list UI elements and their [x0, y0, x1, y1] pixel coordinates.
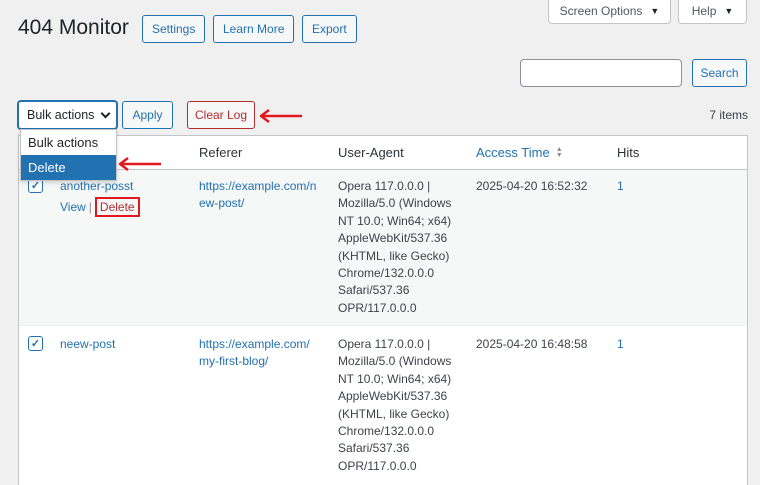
- row-actions: View | Delete: [60, 197, 140, 217]
- search-button[interactable]: Search: [692, 59, 747, 87]
- learn-more-button[interactable]: Learn More: [213, 15, 295, 43]
- action-separator: |: [88, 200, 92, 214]
- table-row: ✓ another-posst View | Delete https://ex…: [19, 170, 747, 325]
- referer-line: https://example.com/: [199, 337, 310, 351]
- ua-line: NT 10.0; Win64; x64): [338, 213, 452, 228]
- row-referer[interactable]: https://example.com/n ew-post/: [199, 178, 316, 213]
- ua-line: Chrome/132.0.0.0: [338, 266, 435, 281]
- ua-line: (KHTML, like Gecko): [338, 406, 450, 421]
- dropdown-option-delete[interactable]: Delete: [21, 155, 116, 180]
- ua-line: Opera 117.0.0.0 |: [338, 179, 431, 193]
- ua-line: AppleWebKit/537.36: [338, 389, 448, 404]
- ua-line: OPR/117.0.0.0: [338, 300, 417, 315]
- row-hits[interactable]: 1: [617, 178, 624, 195]
- apply-button[interactable]: Apply: [122, 101, 173, 129]
- row-checkbox[interactable]: ✓: [28, 336, 43, 351]
- referer-line: https://example.com/n: [199, 179, 317, 193]
- row-access-time: 2025-04-20 16:48:58: [476, 337, 588, 351]
- ua-line: AppleWebKit/537.36: [338, 231, 448, 246]
- item-count: 7 items: [709, 108, 748, 122]
- delete-link[interactable]: Delete: [94, 197, 140, 217]
- dropdown-option-bulk-actions[interactable]: Bulk actions: [21, 130, 116, 155]
- ua-line: Safari/537.36: [338, 441, 410, 456]
- search-input[interactable]: [520, 59, 682, 87]
- sort-icon: ▲ ▼: [555, 145, 563, 159]
- column-header-access-time[interactable]: Access Time ▲ ▼: [476, 145, 563, 160]
- ua-line: (KHTML, like Gecko): [338, 248, 450, 263]
- row-referer[interactable]: https://example.com/ my-first-blog/: [199, 336, 310, 371]
- clear-log-button[interactable]: Clear Log: [187, 101, 255, 129]
- row-hits[interactable]: 1: [617, 336, 624, 353]
- table-row: ✓ neew-post https://example.com/ my-firs…: [19, 325, 747, 485]
- ua-line: OPR/117.0.0.0: [338, 458, 417, 473]
- bulk-actions-dropdown: Bulk actions Delete: [20, 129, 117, 181]
- settings-button[interactable]: Settings: [142, 15, 206, 43]
- bulk-actions-select[interactable]: Bulk actions: [18, 101, 117, 129]
- help-label: Help: [691, 3, 717, 18]
- chevron-down-icon: [100, 108, 111, 118]
- referer-line: my-first-blog/: [199, 354, 269, 369]
- ua-line: Safari/537.36: [338, 283, 410, 298]
- row-user-agent: Opera 117.0.0.0 | Mozilla/5.0 (Windows N…: [338, 178, 451, 317]
- row-access-time: 2025-04-20 16:52:32: [476, 179, 588, 193]
- export-button[interactable]: Export: [302, 15, 357, 43]
- referer-line: ew-post/: [199, 196, 245, 211]
- column-header-user-agent: User-Agent: [338, 145, 404, 160]
- screen-options-label: Screen Options: [559, 3, 643, 18]
- ua-line: Mozilla/5.0 (Windows: [338, 196, 452, 211]
- ua-line: Chrome/132.0.0.0: [338, 424, 435, 439]
- annotation-arrow-icon: [118, 157, 161, 171]
- column-header-referer: Referer: [199, 145, 243, 160]
- access-time-label: Access Time: [476, 145, 550, 160]
- caret-down-icon: ▼: [650, 5, 660, 16]
- bulk-actions-selected: Bulk actions: [27, 108, 95, 122]
- row-user-agent: Opera 117.0.0.0 | Mozilla/5.0 (Windows N…: [338, 336, 451, 475]
- help-button[interactable]: Help ▼: [678, 0, 747, 24]
- column-header-hits: Hits: [617, 145, 640, 160]
- ua-line: NT 10.0; Win64; x64): [338, 371, 452, 386]
- caret-down-icon: ▼: [724, 5, 734, 16]
- screen-options-button[interactable]: Screen Options ▼: [548, 0, 671, 24]
- ua-line: Mozilla/5.0 (Windows: [338, 354, 452, 369]
- view-link[interactable]: View: [60, 200, 86, 214]
- page-title: 404 Monitor: [18, 16, 129, 39]
- logs-table: Referer User-Agent Access Time ▲ ▼ Hits ✓…: [18, 135, 748, 485]
- row-uri[interactable]: neew-post: [60, 336, 115, 353]
- annotation-arrow-icon: [259, 109, 302, 123]
- ua-line: Opera 117.0.0.0 |: [338, 337, 431, 351]
